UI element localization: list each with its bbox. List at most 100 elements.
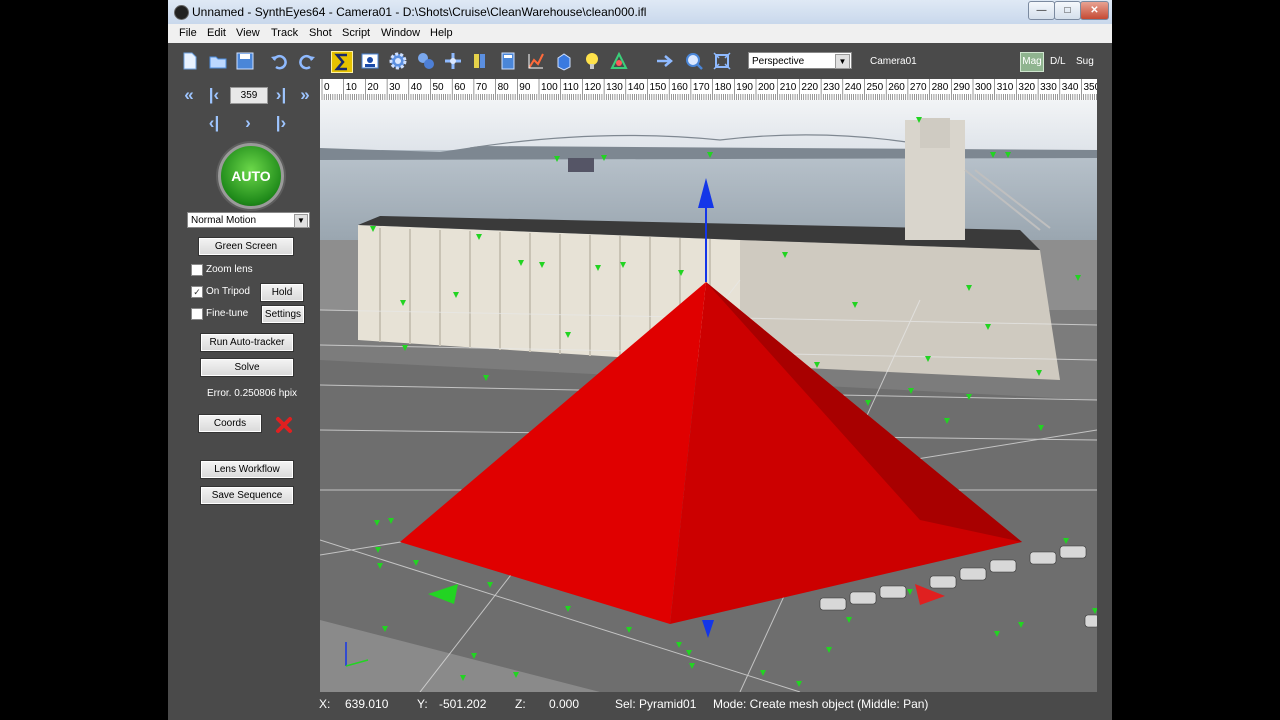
timeline-tick-label: 100: [541, 82, 558, 93]
fit-view-icon[interactable]: [712, 51, 732, 71]
summary-sigma-icon[interactable]: [331, 51, 353, 73]
fast-forward-icon[interactable]: »: [294, 84, 316, 106]
chevron-down-icon[interactable]: ▼: [294, 214, 308, 228]
solve-button[interactable]: Solve: [200, 358, 294, 377]
camera-label: Camera01: [870, 56, 917, 67]
menu-help[interactable]: Help: [430, 27, 453, 39]
run-autotracker-button[interactable]: Run Auto-tracker: [200, 333, 294, 352]
motion-profile-value: Normal Motion: [191, 215, 257, 226]
hold-button[interactable]: Hold: [260, 283, 304, 302]
timeline-tick-label: 30: [389, 82, 401, 93]
menu-window[interactable]: Window: [381, 27, 420, 39]
timeline-tick-label: 310: [997, 82, 1014, 93]
selection-readout: Sel: Pyramid01: [615, 697, 697, 711]
step-forward-icon[interactable]: |›: [270, 112, 292, 134]
green-screen-button[interactable]: Green Screen: [198, 237, 294, 256]
app-window: Unnamed - SynthEyes64 - Camera01 - D:\Sh…: [168, 0, 1112, 720]
on-tripod-label: On Tripod: [206, 286, 250, 297]
menu-track[interactable]: Track: [271, 27, 298, 39]
zoom-clock-icon[interactable]: [684, 51, 704, 71]
timeline-tick-label: 340: [1062, 82, 1079, 93]
main-toolbar: Perspective ▼ Camera01 Mag D/L Sug: [168, 43, 1112, 79]
rewind-icon[interactable]: «: [178, 84, 200, 106]
fine-tune-checkbox[interactable]: [191, 308, 203, 320]
title-bar[interactable]: Unnamed - SynthEyes64 - Camera01 - D:\Sh…: [168, 0, 1112, 25]
zoom-lens-checkbox[interactable]: [191, 264, 203, 276]
save-icon[interactable]: [235, 51, 255, 71]
lens-workflow-button[interactable]: Lens Workflow: [200, 460, 294, 479]
timeline-tick-label: 300: [975, 82, 992, 93]
timeline-tick-label: 290: [953, 82, 970, 93]
auto-button[interactable]: AUTO: [218, 143, 284, 209]
sky: [320, 100, 1097, 150]
timeline-tick-label: 180: [715, 82, 732, 93]
timeline-tick-label: 280: [932, 82, 949, 93]
y-coord-label: Y:: [417, 697, 428, 711]
window-title: Unnamed - SynthEyes64 - Camera01 - D:\Sh…: [192, 5, 647, 19]
gear-icon[interactable]: [388, 51, 408, 71]
feature-gears-icon[interactable]: [416, 51, 436, 71]
timeline-tick-label: 240: [845, 82, 862, 93]
timeline-tick-label: 170: [693, 82, 710, 93]
menu-edit[interactable]: Edit: [207, 27, 226, 39]
calculator-icon[interactable]: [498, 51, 518, 71]
timeline-tick-label: 90: [519, 82, 531, 93]
step-back-icon[interactable]: ‹|: [203, 112, 225, 134]
app-icon[interactable]: [174, 5, 189, 20]
on-tripod-checkbox[interactable]: ✓: [191, 286, 203, 298]
z-coord-value: 0.000: [549, 697, 580, 711]
x-coord-label: X:: [319, 697, 331, 711]
open-folder-icon[interactable]: [208, 51, 228, 71]
minimize-button[interactable]: —: [1028, 1, 1055, 20]
clear-coords-icon[interactable]: [274, 415, 294, 435]
status-bar: X: 639.010 Y: -501.202 Z: 0.000 Sel: Pyr…: [168, 692, 1112, 720]
timeline-tick-label: 210: [780, 82, 797, 93]
settings-button[interactable]: Settings: [261, 305, 305, 324]
mag-button[interactable]: Mag: [1020, 52, 1044, 72]
tracker-panel-icon[interactable]: [360, 51, 380, 71]
viewport-scrollbar[interactable]: [1097, 79, 1112, 692]
timeline-ruler[interactable]: 0 10 20 30 40 50 60 70 80 90 100 110 120 130 140 150 160…: [320, 79, 1097, 100]
new-file-icon[interactable]: [180, 51, 200, 71]
timeline-tick-label: 0: [324, 82, 330, 93]
graph-editor-icon[interactable]: [526, 51, 546, 71]
timeline-tick-label: 330: [1040, 82, 1057, 93]
viewport-scene: [320, 100, 1097, 692]
timeline-tick-label: 250: [867, 82, 884, 93]
lightbulb-icon[interactable]: [582, 51, 602, 71]
first-frame-icon[interactable]: |‹: [203, 84, 225, 106]
z-coord-label: Z:: [515, 697, 526, 711]
error-readout: Error. 0.250806 hpix: [207, 388, 298, 399]
chevron-down-icon[interactable]: ▼: [835, 54, 850, 69]
menu-script[interactable]: Script: [342, 27, 370, 39]
play-icon[interactable]: ›: [237, 112, 259, 134]
timeline-tick-label: 220: [801, 82, 818, 93]
paint-icon[interactable]: [609, 51, 629, 71]
menu-shot[interactable]: Shot: [309, 27, 332, 39]
arrow-right-icon[interactable]: [655, 51, 675, 71]
menu-file[interactable]: File: [179, 27, 197, 39]
3d-cube-icon[interactable]: [554, 51, 574, 71]
maximize-button[interactable]: □: [1054, 1, 1081, 20]
undo-icon[interactable]: [269, 51, 289, 71]
timeline-tick-label: 50: [433, 82, 445, 93]
coords-button[interactable]: Coords: [198, 414, 262, 433]
close-button[interactable]: ✕: [1080, 1, 1109, 20]
last-frame-icon[interactable]: ›|: [270, 84, 292, 106]
view-type-value: Perspective: [752, 56, 805, 67]
frame-number-field[interactable]: 359: [230, 87, 268, 104]
lens-icon[interactable]: [470, 51, 490, 71]
summary-panel: « |‹ 359 ›| » ‹| › |› AUTO Normal Motion…: [168, 79, 320, 692]
dl-button[interactable]: D/L: [1050, 56, 1066, 67]
coordinate-icon[interactable]: [443, 51, 463, 71]
tower-top: [920, 118, 950, 148]
sug-button[interactable]: Sug: [1076, 56, 1094, 67]
redo-icon[interactable]: [297, 51, 317, 71]
menu-view[interactable]: View: [236, 27, 260, 39]
perspective-viewport[interactable]: [320, 100, 1097, 692]
timeline-ticks: 0 10 20 30 40 50 60 70 80 90 100 110 120 130 140 150 160…: [321, 79, 1097, 100]
view-type-select[interactable]: Perspective ▼: [748, 52, 852, 69]
timeline-tick-label: 80: [498, 82, 510, 93]
save-sequence-button[interactable]: Save Sequence: [200, 486, 294, 505]
motion-profile-select[interactable]: Normal Motion ▼: [187, 212, 310, 228]
